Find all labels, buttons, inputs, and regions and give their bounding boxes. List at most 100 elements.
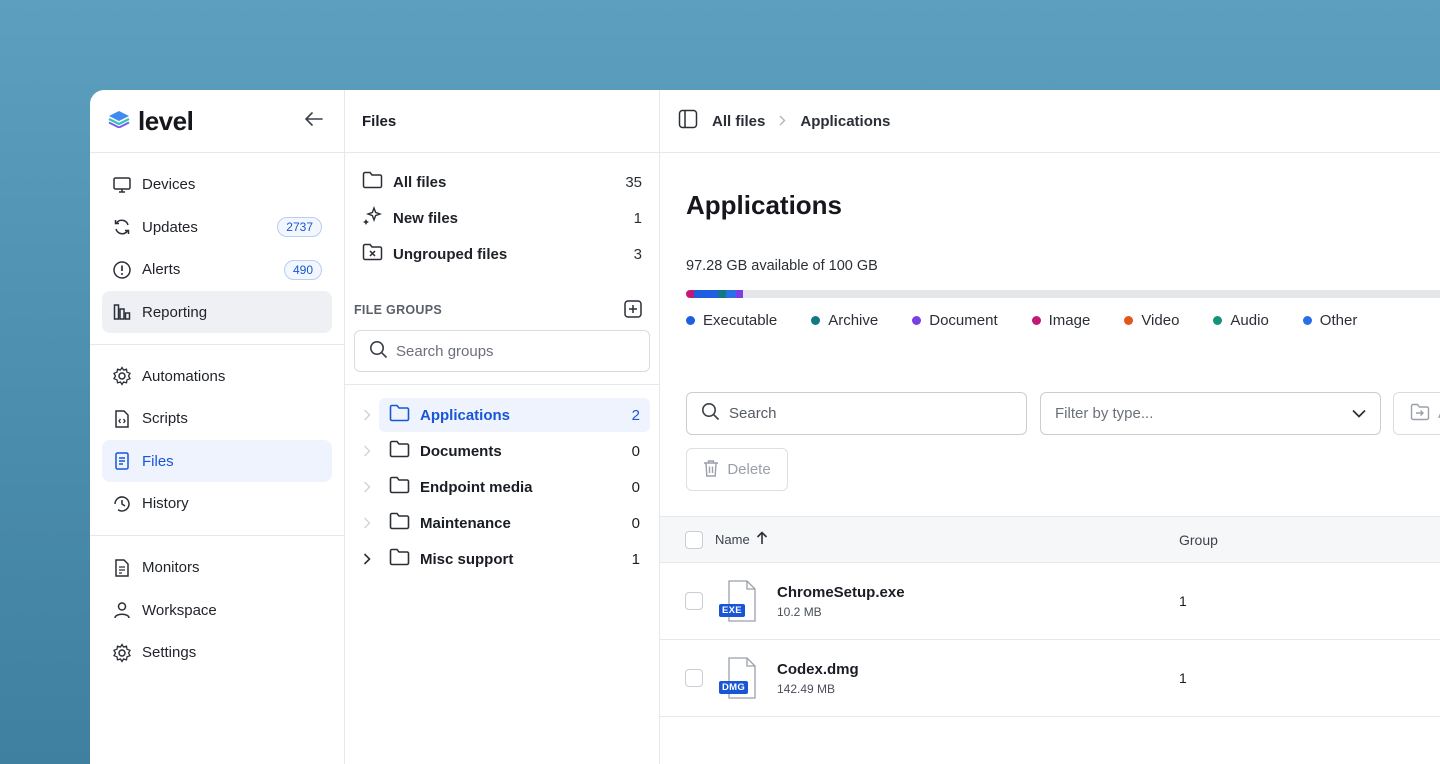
sidebar-item-scripts[interactable]: Scripts (102, 398, 332, 440)
brand-logo[interactable]: level (108, 106, 194, 137)
sidebar-item-label: Files (142, 452, 174, 470)
chevron-down-icon (1352, 405, 1366, 422)
column-name-label: Name (715, 532, 750, 547)
group-row[interactable]: Applications 2 (379, 398, 650, 432)
quick-item-label: All files (393, 173, 447, 191)
sidebar-item-workspace[interactable]: Workspace (102, 589, 332, 631)
collapse-sidebar-button[interactable] (302, 109, 326, 133)
legend-dot (1302, 316, 1312, 325)
file-group-cell: 1 (1179, 670, 1187, 686)
chevron-right-icon (779, 113, 786, 130)
sidebar-item-devices[interactable]: Devices (102, 164, 332, 206)
group-row[interactable]: Endpoint media 0 (379, 470, 650, 504)
sidebar-item-label: Alerts (142, 261, 181, 278)
page-title: Applications (686, 190, 843, 220)
legend-item-video: Video (1124, 312, 1179, 329)
folder-icon (389, 476, 410, 498)
group-item-endpoint-media[interactable]: Endpoint media 0 (354, 470, 650, 504)
breadcrumb-all-files[interactable]: All files (712, 113, 765, 130)
files-panel-title: Files (345, 90, 659, 153)
group-item-maintenance[interactable]: Maintenance 0 (354, 506, 650, 540)
search-groups-placeholder: Search groups (396, 342, 494, 360)
group-row[interactable]: Maintenance 0 (379, 506, 650, 540)
chevron-right-icon[interactable] (354, 409, 379, 421)
sidebar-item-label: Automations (142, 367, 226, 385)
delete-button[interactable]: Delete (686, 448, 788, 491)
file-name-cell: EXE ChromeSetup.exe 10.2 MB (715, 579, 1179, 623)
file-groups-header: FILE GROUPS (345, 298, 659, 322)
legend-dot (1213, 316, 1223, 325)
row-checkbox[interactable] (685, 669, 703, 687)
nav-group-primary: Devices Updates 2737 Alerts 490 Reportin… (90, 153, 344, 345)
trash-icon (703, 459, 719, 481)
row-checkbox[interactable] (685, 592, 703, 610)
storage-seg-image (686, 290, 694, 298)
group-label: Misc support (420, 550, 514, 568)
sidebar-item-files[interactable]: Files (102, 440, 332, 482)
legend-label: Document (929, 312, 998, 329)
group-item-misc-support[interactable]: Misc support 1 (354, 542, 650, 576)
group-item-applications[interactable]: Applications 2 (354, 398, 650, 432)
legend-dot (686, 316, 695, 325)
file-type-tag: EXE (719, 604, 745, 617)
legend-label: Image (1048, 312, 1091, 329)
select-all-checkbox[interactable] (685, 530, 703, 549)
table-row[interactable]: EXE ChromeSetup.exe 10.2 MB 1 Ex (660, 563, 1440, 640)
file-name-cell: DMG Codex.dmg 142.49 MB (715, 656, 1179, 700)
sidebar-item-label: History (142, 495, 189, 512)
sidebar-item-reporting[interactable]: Reporting (102, 291, 332, 333)
sidebar-item-label: Settings (142, 644, 197, 661)
quick-item-label: New files (393, 209, 459, 227)
nav-group-management: Automations Scripts Files History (90, 345, 344, 536)
chevron-right-icon[interactable] (354, 445, 379, 457)
files-panel: Files All files 35 New files 1 Ungrouped… (345, 90, 660, 764)
group-item-documents[interactable]: Documents 0 (354, 434, 650, 468)
table-row[interactable]: DMG Codex.dmg 142.49 MB 1 Ex (660, 640, 1440, 717)
storage-summary: 97.28 GB available of 100 GB (686, 258, 878, 274)
sidebar-item-label: Devices (142, 176, 196, 193)
file-name[interactable]: ChromeSetup.exe (777, 584, 905, 601)
search-input[interactable]: Search (686, 392, 1027, 435)
sidebar-item-monitors[interactable]: Monitors (102, 547, 332, 589)
file-name[interactable]: Codex.dmg (777, 661, 859, 678)
quick-item-new-files[interactable]: New files 1 (362, 200, 642, 236)
legend-label: Other (1319, 312, 1358, 329)
updates-count-badge: 2737 (277, 217, 322, 237)
panel-toggle-icon[interactable] (678, 109, 698, 133)
sidebar-item-updates[interactable]: Updates 2737 (102, 206, 332, 248)
group-row[interactable]: Misc support 1 (379, 542, 650, 576)
storage-seg-other (726, 290, 736, 298)
chevron-right-icon[interactable] (354, 481, 379, 493)
legend-item-audio: Audio (1213, 312, 1269, 329)
app-window: level Devices Updates 2737 Alerts 490 Re… (90, 90, 1440, 764)
chevron-right-icon[interactable] (354, 553, 379, 565)
chevron-right-icon[interactable] (354, 517, 379, 529)
sidebar-item-automations[interactable]: Automations (102, 355, 332, 397)
file-group-cell: 1 (1179, 593, 1187, 609)
legend-label: Video (1141, 312, 1180, 329)
table-header: Name Group Ty (660, 516, 1440, 563)
alert-circle-icon (112, 260, 132, 280)
add-group-icon[interactable] (624, 299, 642, 321)
file-size: 142.49 MB (777, 681, 836, 696)
breadcrumb: All files Applications (660, 90, 1440, 153)
quick-item-all-files[interactable]: All files 35 (362, 164, 642, 200)
folder-icon (389, 548, 410, 570)
filter-by-type-select[interactable]: Filter by type... (1040, 392, 1381, 435)
legend-label: Executable (703, 312, 778, 329)
sidebar-item-alerts[interactable]: Alerts 490 (102, 249, 332, 291)
storage-seg-archive (718, 290, 726, 298)
arrow-up-icon (756, 531, 768, 548)
search-groups-input[interactable]: Search groups (354, 330, 650, 372)
column-group-header[interactable]: Group (1179, 532, 1440, 548)
folder-icon (389, 440, 410, 462)
add-to-group-button[interactable]: A (1393, 392, 1440, 435)
column-name-header[interactable]: Name (715, 531, 1179, 548)
quick-item-ungrouped-files[interactable]: Ungrouped files 3 (362, 236, 642, 272)
sidebar-item-settings[interactable]: Settings (102, 632, 332, 674)
delete-label: Delete (727, 461, 771, 478)
sidebar-item-history[interactable]: History (102, 483, 332, 525)
group-row[interactable]: Documents 0 (379, 434, 650, 468)
main-content: All files Applications Applications 97.2… (660, 90, 1440, 764)
file-group-list: Applications 2 Documents 0 Endpoint medi… (345, 384, 659, 576)
